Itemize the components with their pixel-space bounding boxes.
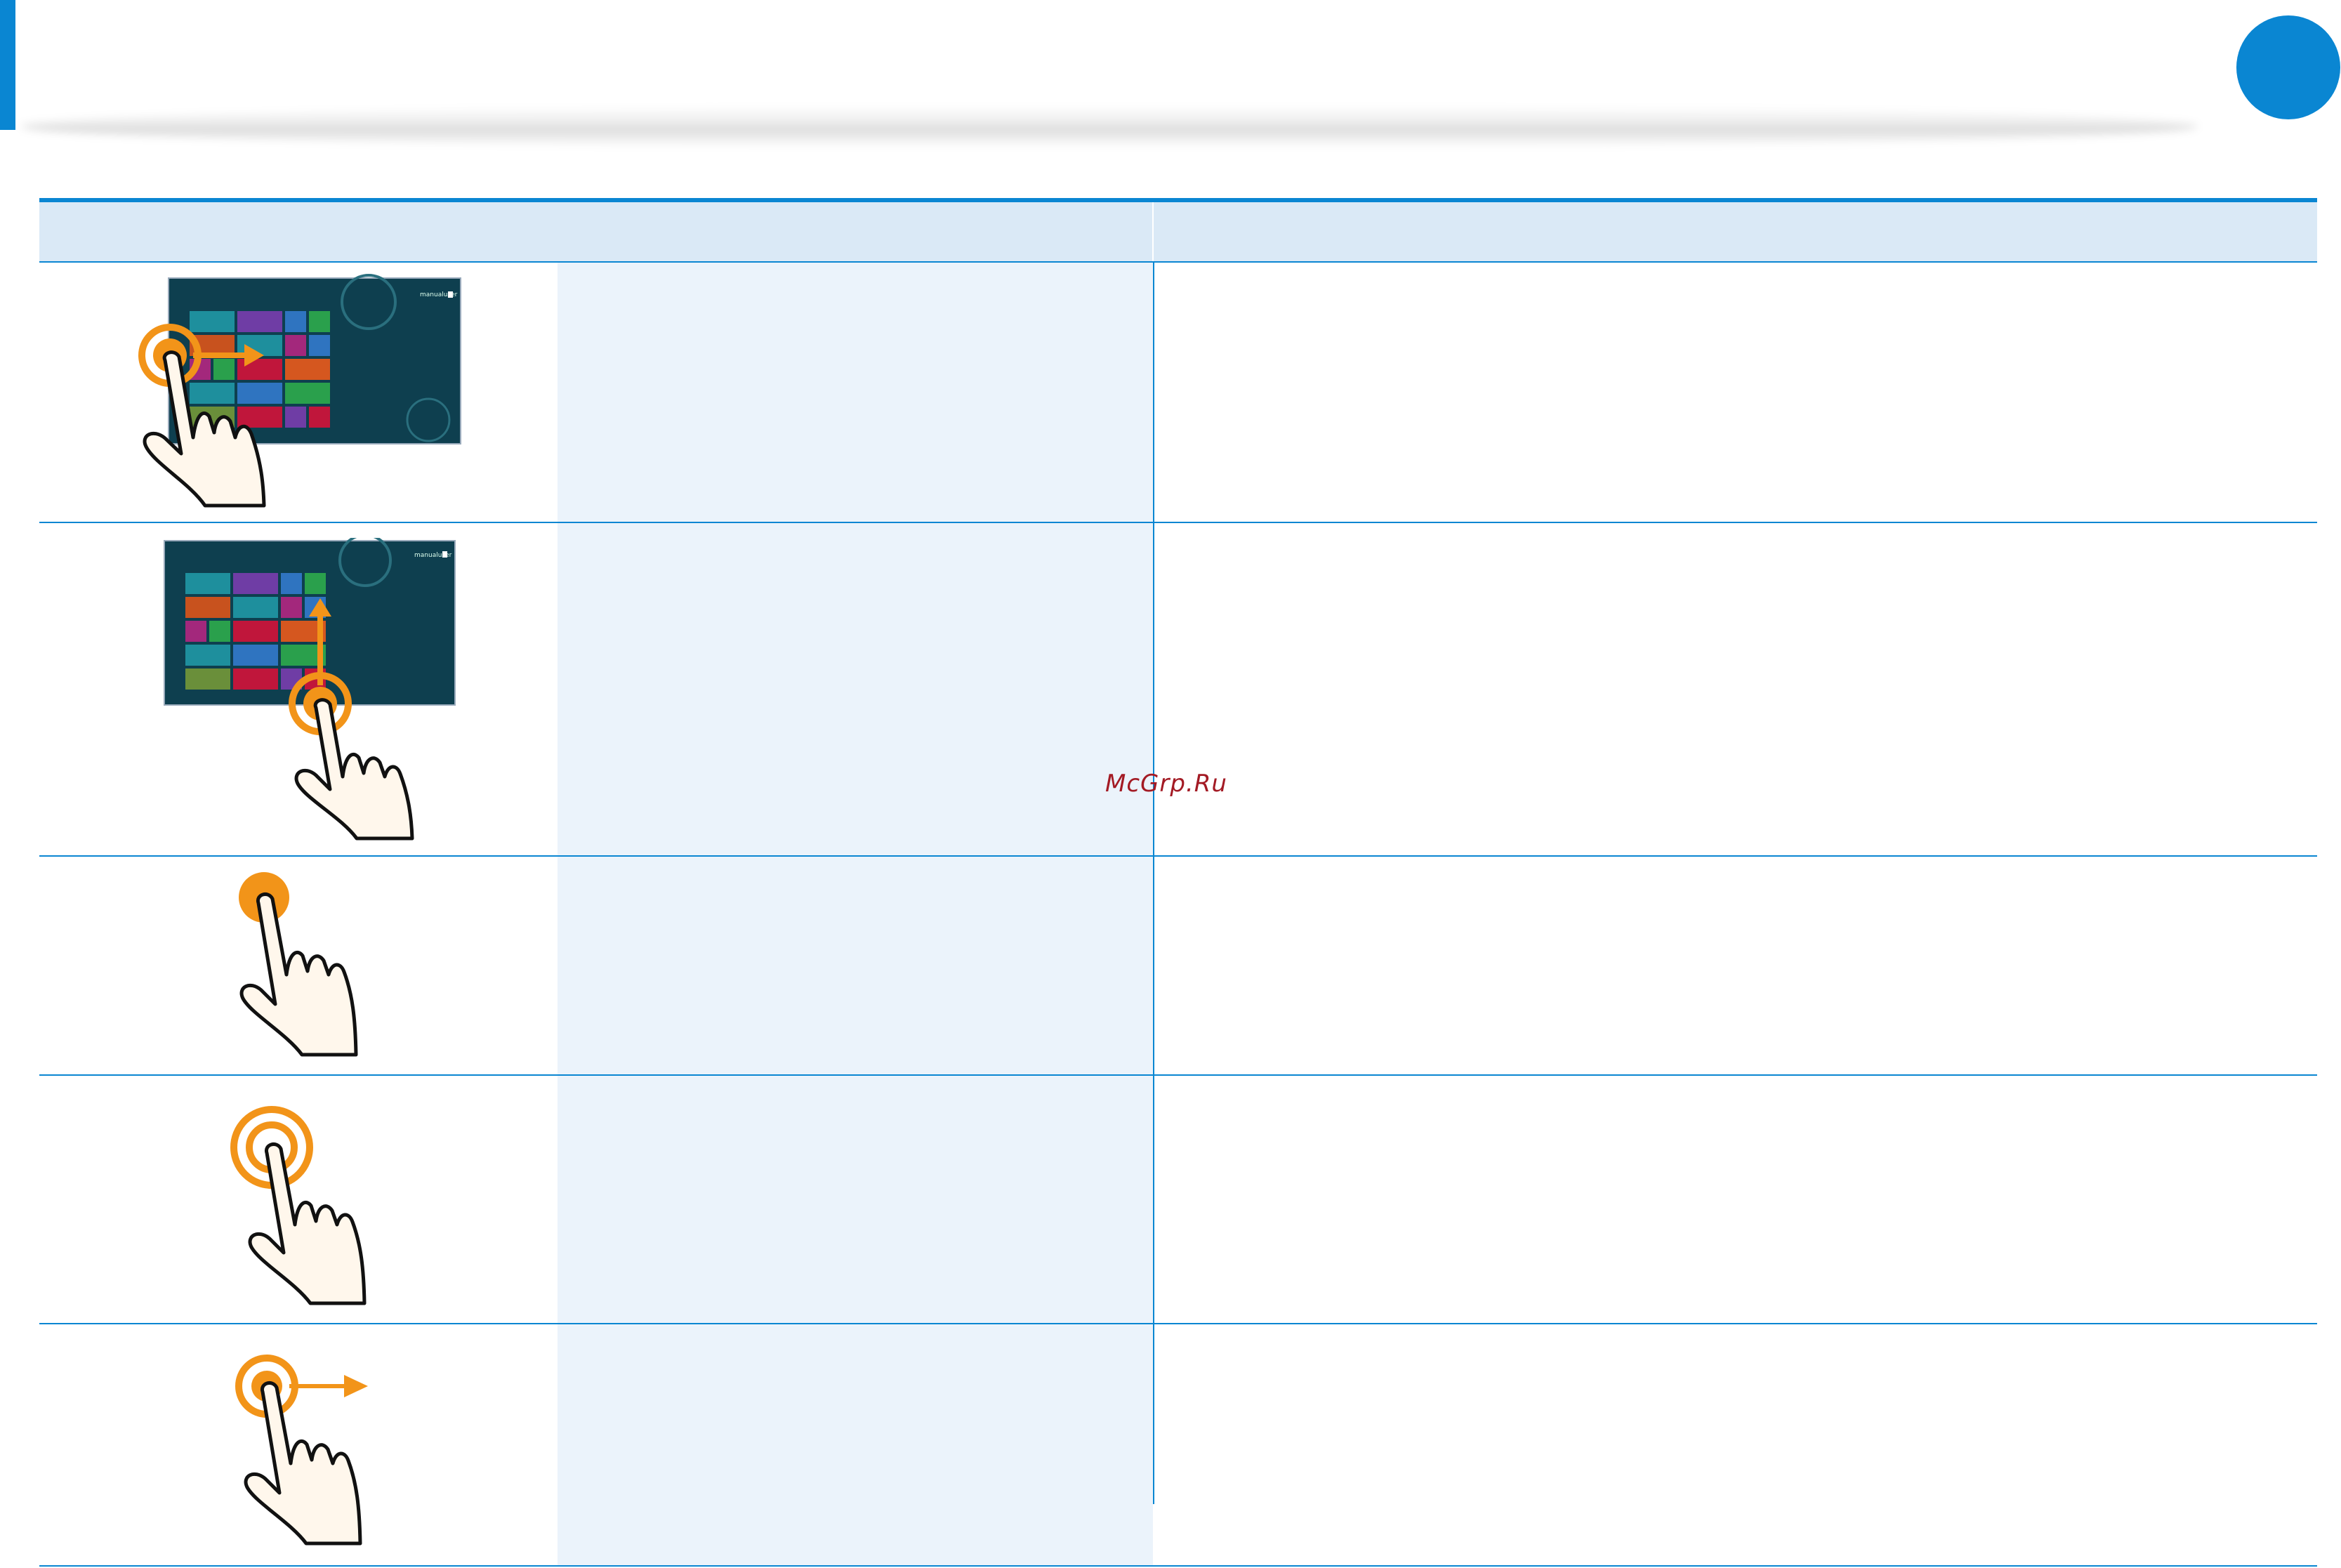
table-row-rule xyxy=(39,855,2317,857)
table-row-3-desc xyxy=(558,857,1153,1074)
table-row-5-desc xyxy=(558,1324,1153,1567)
table-row-1-desc xyxy=(558,263,1153,522)
header-shadow-divider xyxy=(21,105,2198,147)
table-row-rule xyxy=(39,522,2317,523)
table-row-4-desc xyxy=(558,1076,1153,1323)
swipe-up-illustration: manualuser xyxy=(161,534,456,841)
swipe-up-hand-icon: manualuser xyxy=(164,534,456,841)
slide-illustration xyxy=(225,1350,379,1553)
table-column-divider xyxy=(1153,261,1154,1504)
swipe-right-hand-icon: manualuser xyxy=(138,274,461,508)
table-row-2-desc xyxy=(558,523,1153,855)
slide-hand-icon xyxy=(235,1355,368,1546)
table-row-rule xyxy=(39,261,2317,263)
tap-illustration xyxy=(225,862,379,1059)
double-tap-illustration xyxy=(225,1104,386,1307)
table-row-rule xyxy=(39,1323,2317,1324)
tap-hand-icon xyxy=(239,872,358,1057)
table-header-row xyxy=(39,202,2317,261)
table-header-divider xyxy=(1152,202,1154,261)
header-accent-bar xyxy=(0,0,15,130)
page-number-circle xyxy=(2236,15,2340,119)
watermark: McGrp.Ru xyxy=(1105,770,1227,798)
double-tap-hand-icon xyxy=(230,1106,367,1305)
swipe-right-illustration: manualuser xyxy=(126,272,463,511)
table-row-rule xyxy=(39,1074,2317,1076)
